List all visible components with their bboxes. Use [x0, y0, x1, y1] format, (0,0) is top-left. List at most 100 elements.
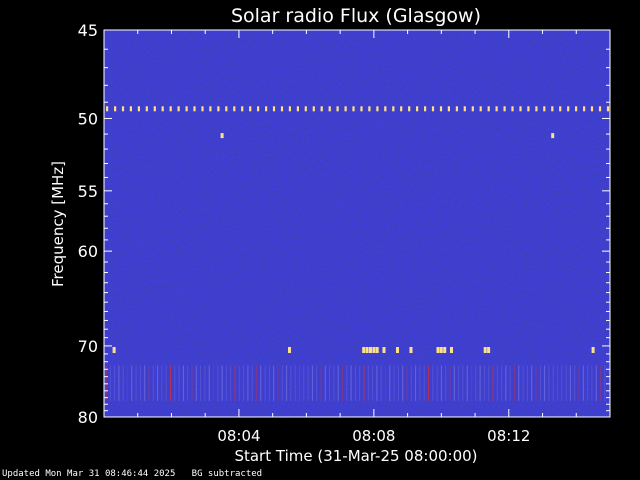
burst-dot: [288, 347, 291, 353]
burst-dot: [487, 347, 491, 353]
interference-dot: [312, 106, 315, 112]
burst-dot: [409, 347, 413, 353]
interference-dot: [137, 106, 140, 112]
interference-dot: [527, 106, 530, 112]
y-tick-label: 55: [78, 182, 98, 201]
plot-area: [103, 29, 611, 418]
interference-dot: [296, 106, 299, 112]
y-tick-label: 50: [78, 109, 98, 128]
interference-dot: [479, 106, 482, 112]
interference-dot: [606, 106, 610, 112]
interference-dot: [106, 106, 109, 112]
interference-dot: [455, 106, 458, 112]
chart-title: Solar radio Flux (Glasgow): [231, 5, 481, 27]
burst-dot: [439, 347, 443, 353]
interference-dot: [463, 106, 466, 112]
interference-dot: [201, 106, 204, 112]
interference-dot: [590, 106, 594, 112]
interference-dot: [257, 106, 260, 112]
interference-dot: [519, 106, 522, 112]
interference-dot: [471, 106, 474, 112]
interference-dot: [225, 106, 228, 112]
interference-dot: [241, 106, 244, 112]
interference-dot: [161, 106, 164, 112]
interference-dot: [511, 106, 514, 112]
burst-dot: [396, 347, 399, 353]
interference-dot: [439, 106, 443, 112]
interference-dot: [304, 106, 307, 112]
interference-dot: [288, 106, 291, 112]
burst-dot: [483, 347, 487, 353]
burst-dot: [591, 347, 595, 353]
interference-dot: [559, 106, 562, 112]
interference-dot: [336, 106, 339, 112]
interference-dot: [376, 106, 379, 112]
burst-dot: [375, 347, 379, 353]
interference-dot: [598, 106, 602, 112]
interference-dot: [352, 106, 355, 112]
interference-dot: [543, 106, 546, 112]
bg-subtracted-note: BG subtracted: [191, 469, 263, 479]
interference-dot: [185, 106, 188, 112]
interference-dot: [487, 106, 490, 112]
updated-timestamp: Updated Mon Mar 31 08:46:44 2025: [2, 469, 176, 479]
burst-dot: [450, 347, 453, 353]
interference-dot: [328, 106, 331, 112]
interference-dot: [145, 106, 148, 112]
interference-dot: [551, 106, 554, 112]
y-tick-label: 80: [78, 408, 98, 427]
footer-status: Updated Mon Mar 31 08:46:44 2025 BG subt…: [2, 469, 262, 479]
interference-dot: [392, 106, 395, 112]
spectrogram-chart: Solar radio Flux (Glasgow) 455055607080 …: [49, 5, 611, 465]
x-axis-label: Start Time (31-Mar-25 08:00:00): [234, 447, 477, 465]
burst-dot: [112, 347, 116, 353]
y-tick-label: 60: [78, 242, 98, 261]
interference-dot: [114, 106, 117, 112]
burst-dot: [382, 347, 386, 353]
interference-dot: [177, 106, 180, 112]
burst-dot: [436, 347, 440, 353]
interference-dot: [503, 106, 506, 112]
y-tick-label: 70: [78, 337, 98, 356]
interference-dot: [272, 106, 276, 112]
interference-dot: [193, 106, 196, 112]
interference-dot: [495, 106, 498, 112]
burst-spot: [220, 133, 224, 139]
interference-dot: [567, 106, 570, 112]
interference-dot: [400, 106, 403, 112]
interference-dot: [431, 106, 435, 112]
plot-noise-texture: [104, 30, 610, 417]
interference-dot: [368, 106, 371, 112]
interference-dot: [129, 106, 132, 112]
interference-dot: [535, 106, 538, 112]
burst-dot: [372, 347, 376, 353]
y-tick-label: 45: [78, 21, 98, 40]
interference-dot: [320, 106, 323, 112]
x-tick-label: 08:08: [352, 427, 395, 445]
burst-dot: [443, 347, 447, 353]
burst-dot: [362, 347, 366, 353]
interference-dot: [408, 106, 411, 112]
interference-dot: [121, 106, 125, 112]
interference-dot: [424, 106, 427, 112]
interference-dot: [447, 106, 450, 112]
x-tick-label: 08:04: [217, 427, 260, 445]
interference-dot: [416, 106, 419, 112]
interference-dot: [265, 106, 268, 112]
interference-dot: [249, 106, 252, 112]
interference-dot: [209, 106, 212, 112]
interference-dot: [217, 106, 220, 112]
burst-dot: [369, 347, 372, 353]
interference-dot: [233, 106, 236, 112]
interference-dot: [153, 106, 156, 112]
y-axis-label: Frequency [MHz]: [49, 161, 67, 287]
interference-dot: [583, 106, 586, 112]
interference-dot: [169, 106, 172, 112]
burst-dot: [365, 347, 369, 353]
x-tick-label: 08:12: [487, 427, 530, 445]
burst-spot: [551, 133, 555, 139]
interference-dot: [575, 106, 578, 112]
interference-dot: [280, 106, 284, 112]
interference-dot: [384, 106, 387, 112]
interference-dot: [360, 106, 363, 112]
